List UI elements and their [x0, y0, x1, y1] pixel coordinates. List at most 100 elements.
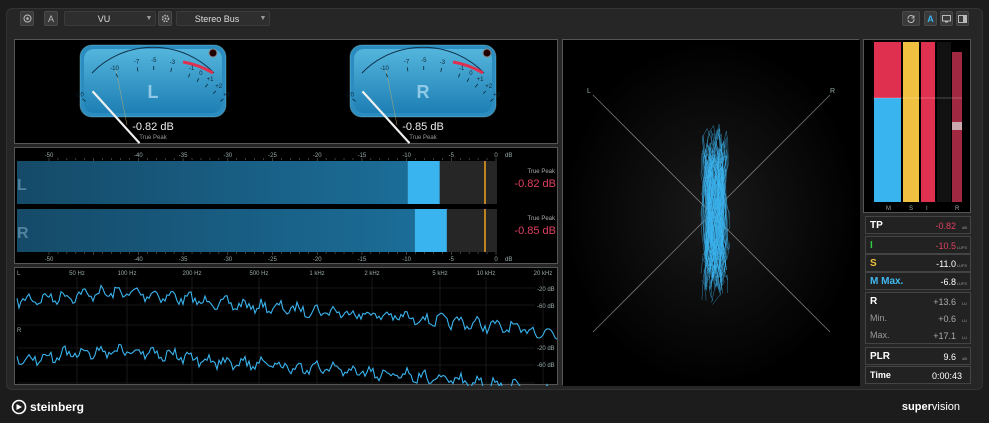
true-peak-left-value: -0.82 dB: [514, 178, 556, 190]
db-unit-bottom: dB: [505, 257, 512, 263]
vu-scale-label: +1: [207, 77, 215, 83]
db-scale-label: -30: [223, 257, 232, 263]
freq-label: 1 kHz: [309, 271, 324, 277]
plr-label: PLR: [870, 351, 890, 362]
db-scale-label: -10: [402, 153, 411, 159]
spectrum-curve-top: [16, 284, 558, 340]
monitor-icon: [942, 14, 951, 22]
vu-meter-panel: L R -20 -10 -7 -5 -3 -1 0 +1 +2 +3 -20 -10 -7 -5 -3 -1 0…: [14, 39, 558, 144]
vu-scale-label: -7: [404, 59, 410, 65]
range-marker: [952, 122, 962, 130]
vu-scale-label: -20: [345, 92, 354, 98]
meter-type-label: VU: [97, 13, 111, 24]
loudness-row-time: Time 0:00:43: [865, 366, 971, 384]
db-scale-label: -20: [313, 257, 322, 263]
freq-label: 500 Hz: [249, 271, 268, 277]
db-scale-label: -15: [358, 153, 367, 159]
vu-scale-label: -1: [459, 66, 465, 72]
range-min-value: +0.6: [938, 314, 956, 324]
s-unit: LUFS: [956, 263, 967, 268]
freq-label: 2 kHz: [364, 271, 379, 277]
freq-label: 200 Hz: [182, 271, 201, 277]
bar-label-r: R: [955, 206, 960, 212]
meter-channel-right: R: [17, 225, 29, 242]
a-button[interactable]: A: [924, 11, 937, 26]
chevron-down-icon: ▼: [259, 15, 267, 22]
meter-bar-left: [17, 161, 408, 204]
brand-name: steinberg: [30, 400, 85, 414]
short-term-bar: [903, 42, 919, 202]
settings-button[interactable]: [158, 11, 172, 26]
db-unit-top: dB: [505, 153, 512, 159]
spectrum-channel-bottom: R: [17, 328, 22, 334]
freq-label: 20 kHz: [534, 271, 553, 277]
record-button[interactable]: [20, 11, 34, 26]
steinberg-logo-icon: [11, 399, 27, 415]
meter-type-select[interactable]: VU ▼: [64, 11, 156, 26]
bar-label-s: S: [909, 206, 913, 212]
spectrum-channel-top: L: [17, 271, 21, 277]
phase-scope-svg: L R: [563, 40, 860, 386]
db-scale-label: -20: [313, 153, 322, 159]
vu-scale-label: -10: [380, 66, 389, 72]
vu-scale-label: -10: [110, 66, 119, 72]
tp-value: -0.82: [935, 221, 956, 231]
product-name-b: vision: [931, 401, 960, 413]
db-scale-label: -40: [134, 257, 143, 263]
loudness-range-block: R +13.6 LU Min. +0.6 LU Max. +17.1 LU: [865, 292, 971, 344]
bus-label: Stereo Bus: [194, 13, 240, 24]
toolbar: A VU ▼ Stereo Bus ▼ A: [6, 8, 971, 30]
bar-label-i: I: [926, 206, 928, 212]
db-scale-label: -35: [179, 153, 188, 159]
db-scale-label: -25: [268, 153, 277, 159]
freq-label: 5 kHz: [432, 271, 447, 277]
vu-scale-label: -7: [134, 59, 140, 65]
bus-select[interactable]: Stereo Bus ▼: [176, 11, 270, 26]
vu-scale-label: +2: [485, 84, 493, 90]
range-value: +13.6: [933, 297, 956, 307]
vu-scale-label: +2: [215, 84, 223, 90]
loudness-row-tp: TP -0.82 dB: [865, 216, 971, 234]
meter-channel-left: L: [17, 177, 27, 194]
vu-scale-label: -1: [189, 66, 195, 72]
range-max-label: Max.: [870, 330, 890, 340]
db-scale-label: -35: [179, 257, 188, 263]
vu-left-value: -0.82 dB: [132, 121, 174, 133]
phase-label-right: R: [830, 88, 835, 95]
range-min-unit: LU: [961, 318, 967, 323]
db-scale-label: 0: [494, 153, 498, 159]
vu-peak-led: [208, 48, 218, 58]
spectrum-db-label: -60 dB: [537, 363, 555, 369]
db-scale-label: -5: [449, 257, 455, 263]
vu-scale-label: -3: [170, 60, 176, 66]
vu-scale-label: +1: [477, 77, 485, 83]
i-unit: LUFS: [956, 245, 967, 250]
tp-label: TP: [870, 220, 883, 231]
time-label: Time: [870, 370, 891, 380]
plr-unit: dB: [962, 356, 967, 361]
layout-button[interactable]: [956, 11, 969, 26]
loudness-meter-panel: M S I R: [863, 39, 971, 213]
a-b-button[interactable]: A: [44, 11, 58, 26]
true-peak-right-value: -0.85 dB: [514, 225, 556, 237]
range-max-unit: LU: [961, 335, 967, 340]
range-min-label: Min.: [870, 313, 888, 323]
spectrum-db-label: -60 dB: [537, 304, 555, 310]
loudness-row-plr: PLR 9.6 dB: [865, 347, 971, 365]
loudness-row-m: M Max. -6.8 LUFS: [865, 272, 971, 290]
db-scale-label: -10: [402, 257, 411, 263]
vu-scale-label: -5: [151, 58, 157, 64]
vu-scale-label: -20: [75, 92, 84, 98]
tp-unit: dB: [962, 225, 967, 230]
plr-value: 9.6: [943, 352, 956, 362]
integrated-bar: [921, 42, 935, 202]
display-button[interactable]: [940, 11, 953, 26]
range-track: [937, 42, 951, 202]
spectrum-db-label: -20 dB: [537, 346, 555, 352]
sync-button[interactable]: [902, 11, 920, 26]
momentary-bar: [874, 98, 901, 202]
m-max-value: -6.8: [940, 277, 956, 287]
spectrum-svg: 50 Hz 100 Hz 200 Hz 500 Hz 1 kHz 2 kHz 5 kHz 10…: [16, 271, 558, 386]
db-scale-label: -40: [134, 153, 143, 159]
target-icon: [23, 14, 31, 23]
